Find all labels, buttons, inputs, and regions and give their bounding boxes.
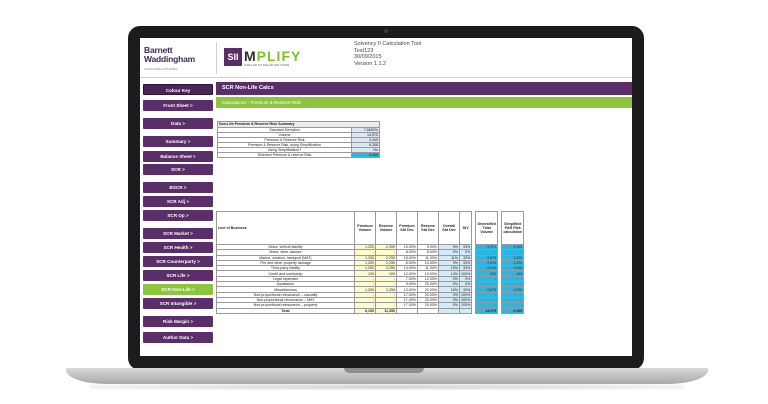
sidebar-item-scr-life[interactable]: SCR Life > xyxy=(143,270,213,281)
col-header-reserve-std-dev: Reserve Std Dev xyxy=(417,211,439,245)
sidebar-item-data[interactable]: Data > xyxy=(143,118,213,129)
simplify-tagline: A PILLAR TO PILLAR SOLUTION xyxy=(244,63,290,67)
summary-row: Selected Premium & reserve Risk 3,440 xyxy=(217,151,380,158)
screen: Barnett Waddingham CONSULTING ACTUARIES … xyxy=(140,38,632,356)
tool-info: Solvency II Calculation Tool Test123 30/… xyxy=(354,41,421,67)
sidebar-item-scr-non-life[interactable]: SCR Non-Life > xyxy=(143,284,213,295)
sidebar-item-risk-margin[interactable]: Risk Margin > xyxy=(143,316,213,327)
table-total-row: Total 6,100 11,350 14,575 6,358 xyxy=(216,307,525,314)
laptop-frame: Barnett Waddingham CONSULTING ACTUARIES … xyxy=(0,0,768,404)
col-header-div: DIV xyxy=(458,211,473,245)
table-body: Motor, vehicle liability 1,200 2,250 10.00%… xyxy=(216,243,525,314)
line-of-business-table: Line of Business Premium Volume Reserve … xyxy=(216,211,525,314)
sidebar-item-scr-market[interactable]: SCR Market > xyxy=(143,228,213,239)
cell-simplified-pr-risk[interactable]: 6,358 xyxy=(501,307,525,314)
cell-diversified-total-volume[interactable]: 14,575 xyxy=(475,307,499,314)
laptop-shadow xyxy=(90,384,684,390)
sidebar-nav: Colour Key Front Sheet > Data > Summary … xyxy=(140,78,216,356)
cell-overall-std-dev[interactable] xyxy=(438,307,460,314)
camera-dot xyxy=(384,29,388,33)
brand-line-2: Waddingham xyxy=(144,54,196,64)
summary-label: Selected Premium & reserve Risk xyxy=(217,151,352,158)
cell-div[interactable]: 100% xyxy=(458,270,473,277)
tool-version: Version 1.1.2 xyxy=(354,60,387,67)
col-header-premium-std-dev: Premium Std Dev xyxy=(396,211,418,245)
wordmark-m: M xyxy=(244,48,257,64)
sidebar-item-colour-key[interactable]: Colour Key xyxy=(143,84,213,95)
cell-reserve-std-dev[interactable] xyxy=(417,307,439,314)
col-header-simplified-pr-risk: Simplified P&R Risk calculation xyxy=(501,211,525,245)
sidebar-item-scr-counterparty[interactable]: SCR Counterparty > xyxy=(143,256,213,267)
tool-test-id: Test123 xyxy=(354,47,374,54)
page-title: SCR Non-Life Calcs xyxy=(216,82,632,95)
sidebar-item-scr-health[interactable]: SCR Health > xyxy=(143,242,213,253)
cell-lob: Total xyxy=(216,307,355,314)
section-subtitle: Calculations - Premium & Reserve Risk xyxy=(216,97,632,108)
sidebar-item-summary[interactable]: Summary > xyxy=(143,136,213,147)
sidebar-item-front-sheet[interactable]: Front Sheet > xyxy=(143,100,213,111)
laptop-notch xyxy=(344,368,424,373)
cell-reserve-volume[interactable]: 11,350 xyxy=(375,307,397,314)
simplify-wordmark: MPLIFY xyxy=(244,48,301,64)
sidebar-item-balance-sheet[interactable]: Balance Sheet > xyxy=(143,151,213,162)
summary-table: Non-Life Premium & Reserve Risk Summary … xyxy=(217,121,380,158)
sidebar-item-scr[interactable]: SCR > xyxy=(143,164,213,175)
sidebar-item-scr-intangible[interactable]: SCR Intangible > xyxy=(143,298,213,309)
cell-div[interactable] xyxy=(458,307,473,314)
cell-premium-std-dev[interactable] xyxy=(396,307,418,314)
tool-name: Solvency II Calculation Tool xyxy=(354,41,422,47)
sidebar-item-bscr[interactable]: BSCR > xyxy=(143,182,213,193)
cell-premium-volume[interactable]: 6,100 xyxy=(354,307,376,314)
cell-div[interactable]: 100% xyxy=(458,302,473,309)
summary-value[interactable]: 3,440 xyxy=(351,151,380,158)
cell-div[interactable]: 100% xyxy=(458,296,473,304)
tool-date: 30/09/2015 xyxy=(354,54,382,61)
cell-div[interactable]: 100% xyxy=(458,291,473,298)
barnett-waddingham-logo: Barnett Waddingham CONSULTING ACTUARIES xyxy=(144,46,214,74)
col-header-overall-std-dev: Overall Std Dev xyxy=(438,211,460,245)
col-header-reserve-volume: Reserve Volume xyxy=(375,211,397,245)
wordmark-plify: PLIFY xyxy=(256,48,302,64)
sidebar-item-author-data[interactable]: Author Data > xyxy=(143,332,213,343)
col-header-premium-volume: Premium Volume xyxy=(354,211,376,245)
col-header-lob: Line of Business xyxy=(216,211,355,245)
app-header: Barnett Waddingham CONSULTING ACTUARIES … xyxy=(140,38,632,78)
header-divider xyxy=(216,42,217,74)
brand-tagline: CONSULTING ACTUARIES xyxy=(144,67,178,71)
table-header-row: Line of Business Premium Volume Reserve … xyxy=(216,211,525,245)
sidebar-item-scr-op[interactable]: SCR Op > xyxy=(143,210,213,221)
col-header-diversified-total-volume: Diversified Total Volume xyxy=(475,211,499,245)
sidebar-item-scr-adj[interactable]: SCR Adj > xyxy=(143,196,213,207)
sii-logo-box: SII xyxy=(224,48,242,66)
